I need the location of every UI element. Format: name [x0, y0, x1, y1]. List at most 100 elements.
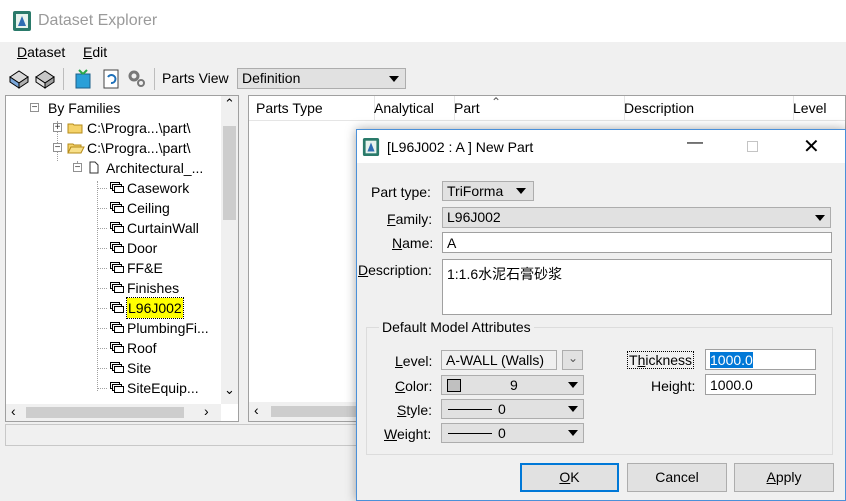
thickness-label[interactable]: Thickness	[627, 351, 695, 369]
sort-ascending-icon: ⌃	[491, 95, 502, 109]
family-value: L96J002	[447, 209, 501, 225]
dialog-title-bar[interactable]: [L96J002 : A ] New Part — ✕	[357, 130, 845, 163]
height-field[interactable]: 1000.0	[705, 374, 816, 395]
weight-value: 0	[498, 425, 506, 441]
level-dropdown-button[interactable]: ⌄	[562, 350, 583, 370]
weight-dropdown[interactable]: 0	[441, 423, 584, 443]
style-label: Style:	[397, 402, 433, 418]
tree-hscrollbar[interactable]: ‹ ›	[6, 403, 221, 421]
color-swatch	[447, 379, 461, 392]
list-header: Parts Type Analytical Part ⌃ Description…	[249, 95, 845, 121]
cancel-button[interactable]: Cancel	[627, 463, 727, 492]
name-value: A	[447, 235, 457, 251]
name-field[interactable]: A	[442, 232, 832, 253]
tree-item-label: PlumbingFi...	[127, 320, 209, 336]
part-type-dropdown[interactable]: TriForma	[442, 181, 534, 201]
close-icon[interactable]: ✕	[803, 134, 820, 159]
open-dataset-icon[interactable]	[33, 67, 57, 91]
column-part[interactable]: Part	[447, 96, 625, 120]
part-stack-icon	[110, 362, 124, 373]
part-stack-icon	[110, 382, 124, 393]
tree-folder-label: Architectural_...	[106, 160, 204, 176]
expand-icon[interactable]: +	[53, 123, 62, 133]
tree-item-label: Finishes	[127, 280, 180, 296]
open-folder-icon	[67, 143, 85, 154]
part-stack-icon	[110, 222, 124, 233]
line-style-sample	[448, 409, 492, 410]
chevron-down-icon	[516, 188, 526, 194]
parts-view-dropdown[interactable]: Definition	[237, 68, 406, 89]
part-stack-icon	[110, 282, 124, 293]
tree-item-label: Ceiling	[127, 200, 170, 216]
app-icon	[362, 138, 380, 156]
tree-root-label: By Families	[48, 100, 121, 116]
apply-button[interactable]: Apply	[734, 463, 834, 492]
family-dropdown[interactable]: L96J002	[442, 207, 831, 228]
default-model-attributes-group: Default Model Attributes Level: A-WALL (…	[366, 319, 833, 455]
description-label: Description:	[358, 262, 432, 278]
part-stack-icon	[110, 342, 124, 353]
scroll-down-icon[interactable]: ⌄	[224, 382, 235, 398]
color-dropdown[interactable]: 9	[441, 375, 584, 395]
column-description[interactable]: Description	[617, 96, 794, 120]
scroll-left-icon[interactable]: ‹	[254, 402, 259, 418]
menu-dataset[interactable]: Dataset	[17, 44, 65, 60]
parts-view-label: Parts View	[162, 70, 229, 86]
folder-icon	[67, 123, 83, 134]
tree-item-label: Roof	[127, 340, 157, 356]
level-field[interactable]: A-WALL (Walls)	[441, 350, 557, 370]
hscroll-thumb[interactable]	[271, 406, 361, 417]
toolbar-separator	[154, 68, 155, 90]
menu-edit[interactable]: Edit	[83, 44, 107, 60]
column-level[interactable]: Level	[786, 96, 845, 120]
refresh-icon[interactable]	[101, 68, 121, 90]
column-parts-type[interactable]: Parts Type	[249, 96, 375, 120]
tree-item-label: Site	[127, 360, 152, 376]
tree-item-label: L96J002	[126, 297, 184, 319]
part-stack-icon	[110, 202, 124, 213]
window-title: Dataset Explorer	[38, 12, 158, 29]
settings-icon[interactable]	[127, 69, 147, 89]
scroll-up-icon[interactable]: ⌃	[224, 96, 235, 112]
description-field[interactable]: 1:1.6水泥石膏砂浆	[442, 259, 832, 315]
new-dataset-icon[interactable]	[7, 67, 31, 91]
collapse-icon[interactable]: −	[53, 143, 62, 153]
group-label: Default Model Attributes	[379, 319, 534, 335]
tree-drive-2-label: C:\Progra...\part\	[87, 140, 191, 156]
style-dropdown[interactable]: 0	[441, 399, 584, 419]
scroll-right-icon[interactable]: ›	[204, 403, 209, 419]
tree-panel[interactable]: ⌃ ⌄ ‹ › − By Families + C:\Progra...\par…	[5, 95, 239, 422]
hscroll-thumb[interactable]	[26, 407, 184, 418]
style-value: 0	[498, 401, 506, 417]
part-stack-icon	[110, 242, 124, 253]
part-stack-icon	[110, 322, 124, 333]
collapse-icon[interactable]: −	[73, 163, 82, 173]
scroll-thumb[interactable]	[223, 126, 236, 220]
chevron-down-icon	[568, 382, 578, 388]
scroll-left-icon[interactable]: ‹	[11, 403, 16, 419]
tree-item-label: SiteEquip...	[127, 380, 199, 396]
height-label: Height:	[651, 378, 696, 394]
document-icon	[89, 161, 99, 174]
part-type-value: TriForma	[447, 183, 504, 199]
collapse-icon[interactable]: −	[30, 103, 39, 113]
maximize-icon[interactable]	[747, 141, 758, 152]
column-analytical[interactable]: Analytical	[367, 96, 455, 120]
color-label: Color:	[395, 378, 433, 394]
ok-button[interactable]: OK	[520, 463, 619, 492]
toolbar-separator	[63, 68, 64, 90]
tree-vscrollbar[interactable]: ⌃ ⌄	[221, 96, 238, 404]
line-weight-sample	[448, 433, 492, 434]
window-title-bar[interactable]: Dataset Explorer	[0, 0, 846, 42]
minimize-icon[interactable]: —	[687, 134, 703, 152]
add-part-icon[interactable]	[73, 68, 93, 90]
tree-item-label: FF&E	[127, 260, 163, 276]
weight-label: Weight:	[384, 426, 432, 442]
height-value: 1000.0	[710, 377, 753, 393]
description-value: 1:1.6水泥石膏砂浆	[447, 266, 563, 282]
color-value: 9	[510, 377, 518, 393]
part-type-label: Part type:	[371, 184, 431, 200]
name-label: Name:	[392, 235, 434, 251]
tree-item-label: Casework	[127, 180, 190, 196]
thickness-field[interactable]: 1000.0	[705, 349, 816, 370]
